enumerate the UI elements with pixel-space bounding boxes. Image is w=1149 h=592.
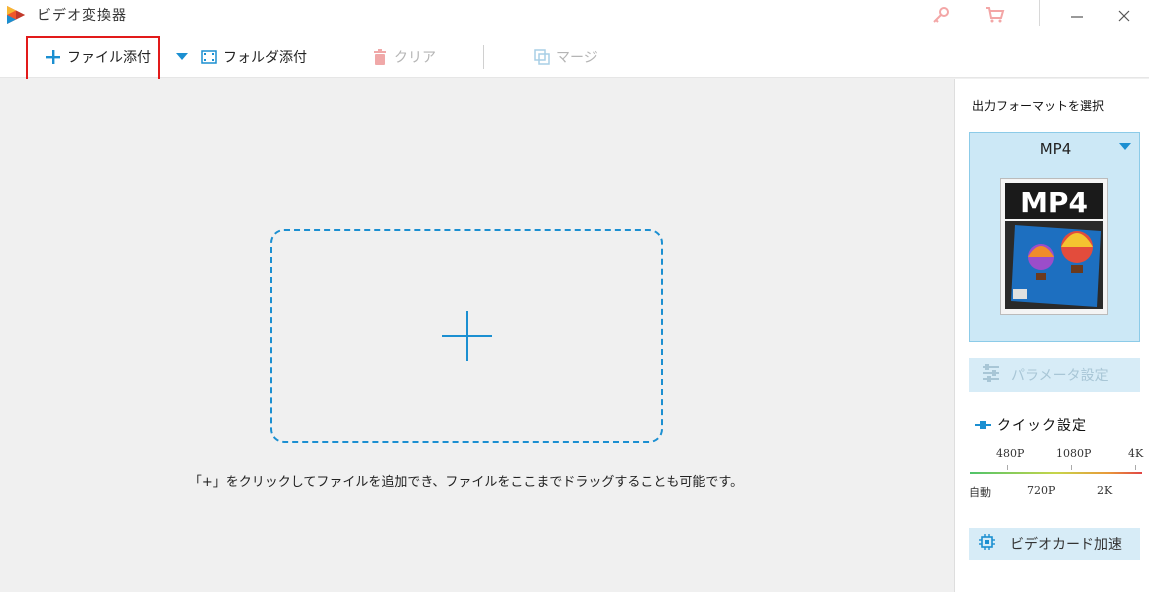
cart-icon[interactable] [984,4,1006,26]
mp4-thumbnail: MP4 [1000,178,1108,315]
slider-tick [1071,465,1072,470]
title-separator [1039,0,1040,26]
parameter-settings-button[interactable]: パラメータ設定 [969,358,1140,392]
sliders-icon [981,364,1001,386]
tick-label-480p: 480P [996,447,1025,460]
app-title: ビデオ変換器 [37,8,127,24]
quick-settings-label: クイック設定 [997,418,1087,434]
title-bar: ビデオ変換器 [0,0,1149,36]
tick-label-2k: 2K [1097,484,1113,497]
toolbar: ファイル添付 フォルダ添付 クリア マージ [0,36,1149,78]
minimize-button[interactable] [1064,4,1090,28]
merge-icon [533,48,551,66]
mp4-thumb-text: MP4 [1020,186,1088,219]
merge-label: マージ [556,50,598,66]
caret-down-icon [173,48,191,66]
file-dropzone[interactable] [270,229,663,443]
tick-label-1080p: 1080P [1056,447,1092,460]
slider-tick [1135,465,1136,470]
merge-button[interactable]: マージ [533,44,598,70]
format-selector[interactable]: MP4 MP4 [969,132,1140,342]
drop-area: 「+」をクリックしてファイルを追加でき、ファイルをここまでドラッグすることも可能… [0,79,954,592]
add-plus-icon-vertical [466,311,468,361]
gpu-acceleration-button[interactable]: ビデオカード加速 [969,528,1140,560]
chip-icon [978,533,998,555]
trash-icon [371,48,389,66]
parameter-settings-label: パラメータ設定 [1011,368,1109,384]
tick-label-720p: 720P [1027,484,1056,497]
gpu-acceleration-label: ビデオカード加速 [1010,537,1122,553]
clear-button[interactable]: クリア [371,44,436,70]
quality-slider[interactable] [970,472,1142,474]
drop-hint: 「+」をクリックしてファイルを追加でき、ファイルをここまでドラッグすることも可能… [188,475,744,490]
add-folder-button[interactable]: フォルダ添付 [200,44,307,70]
panel-title: 出力フォーマットを選択 [972,99,1105,113]
add-file-highlight [26,36,160,83]
add-folder-label: フォルダ添付 [223,50,307,66]
toolbar-separator [483,45,484,69]
output-panel: 出力フォーマットを選択 MP4 MP4 パラメータ設定 クイック設定 480P … [954,79,1149,592]
tick-label-auto: 自動 [969,486,991,499]
app-logo-icon [5,4,27,26]
quick-settings-title: クイック設定 [975,415,1087,435]
add-file-dropdown[interactable] [173,44,196,70]
slider-tick [1007,465,1008,470]
quick-settings-icon [975,417,993,433]
format-name: MP4 [1039,140,1072,158]
tick-label-4k: 4K [1128,447,1144,460]
close-button[interactable] [1111,4,1137,28]
caret-down-icon [1119,143,1131,150]
key-icon[interactable] [930,4,952,26]
film-folder-icon [200,48,218,66]
clear-label: クリア [394,50,436,66]
